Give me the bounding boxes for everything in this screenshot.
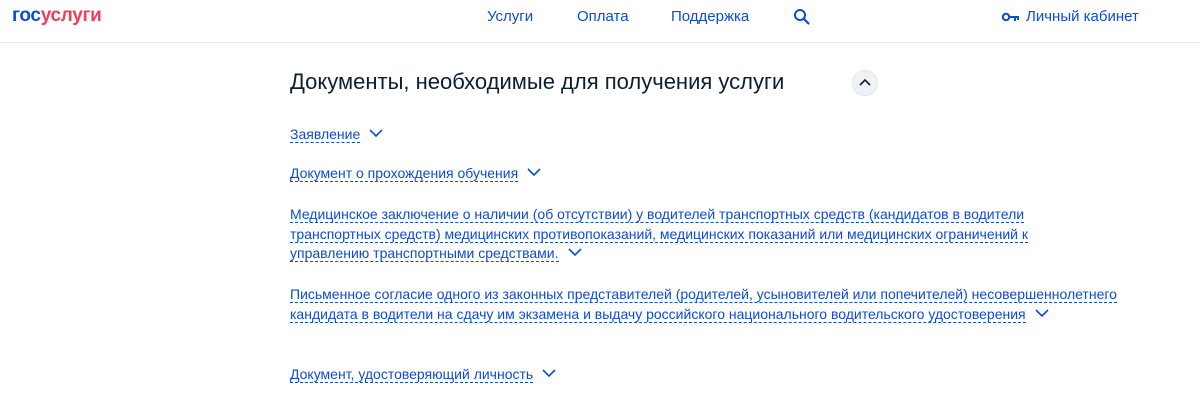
document-label[interactable]: Заявление <box>290 126 361 143</box>
nav-support-link[interactable]: Поддержка <box>671 8 749 26</box>
collapse-section-button[interactable] <box>852 70 878 96</box>
section-title: Документы, необходимые для получения усл… <box>290 69 785 94</box>
chevron-down-icon[interactable] <box>369 128 383 138</box>
chevron-down-icon[interactable] <box>527 167 541 177</box>
document-item-consent[interactable]: Письменное согласие одного из законных п… <box>290 285 1150 324</box>
document-item-application[interactable]: Заявление <box>290 125 383 145</box>
document-item-training[interactable]: Документ о прохождения обучения <box>290 164 541 184</box>
logo-part-2: услуги <box>40 5 102 26</box>
chevron-down-icon[interactable] <box>567 247 582 257</box>
search-icon[interactable] <box>793 8 811 26</box>
document-label[interactable]: Документ о прохождения обучения <box>290 165 519 182</box>
chevron-down-icon[interactable] <box>542 368 556 378</box>
gosuslugi-logo[interactable]: госуслуги <box>12 4 102 28</box>
document-item-medical[interactable]: Медицинское заключение о наличии (об отс… <box>290 205 1110 264</box>
document-label[interactable]: Письменное согласие одного из законных п… <box>290 286 1117 323</box>
chevron-down-icon[interactable] <box>1035 308 1049 318</box>
logo-part-1: гос <box>12 5 41 26</box>
nav-payment-link[interactable]: Оплата <box>577 8 629 26</box>
chevron-up-icon <box>859 78 871 86</box>
nav-services-link[interactable]: Услуги <box>487 8 533 26</box>
personal-cabinet-link[interactable]: Личный кабинет <box>1001 8 1139 26</box>
document-label[interactable]: Документ, удостоверяющий личность <box>290 366 534 383</box>
document-item-identity[interactable]: Документ, удостоверяющий личность <box>290 365 556 385</box>
key-icon <box>1001 12 1019 22</box>
document-label[interactable]: Медицинское заключение о наличии (об отс… <box>290 206 1028 262</box>
cabinet-label: Личный кабинет <box>1026 8 1139 25</box>
top-header: госуслуги Услуги Оплата Поддержка Личный… <box>0 0 1200 43</box>
